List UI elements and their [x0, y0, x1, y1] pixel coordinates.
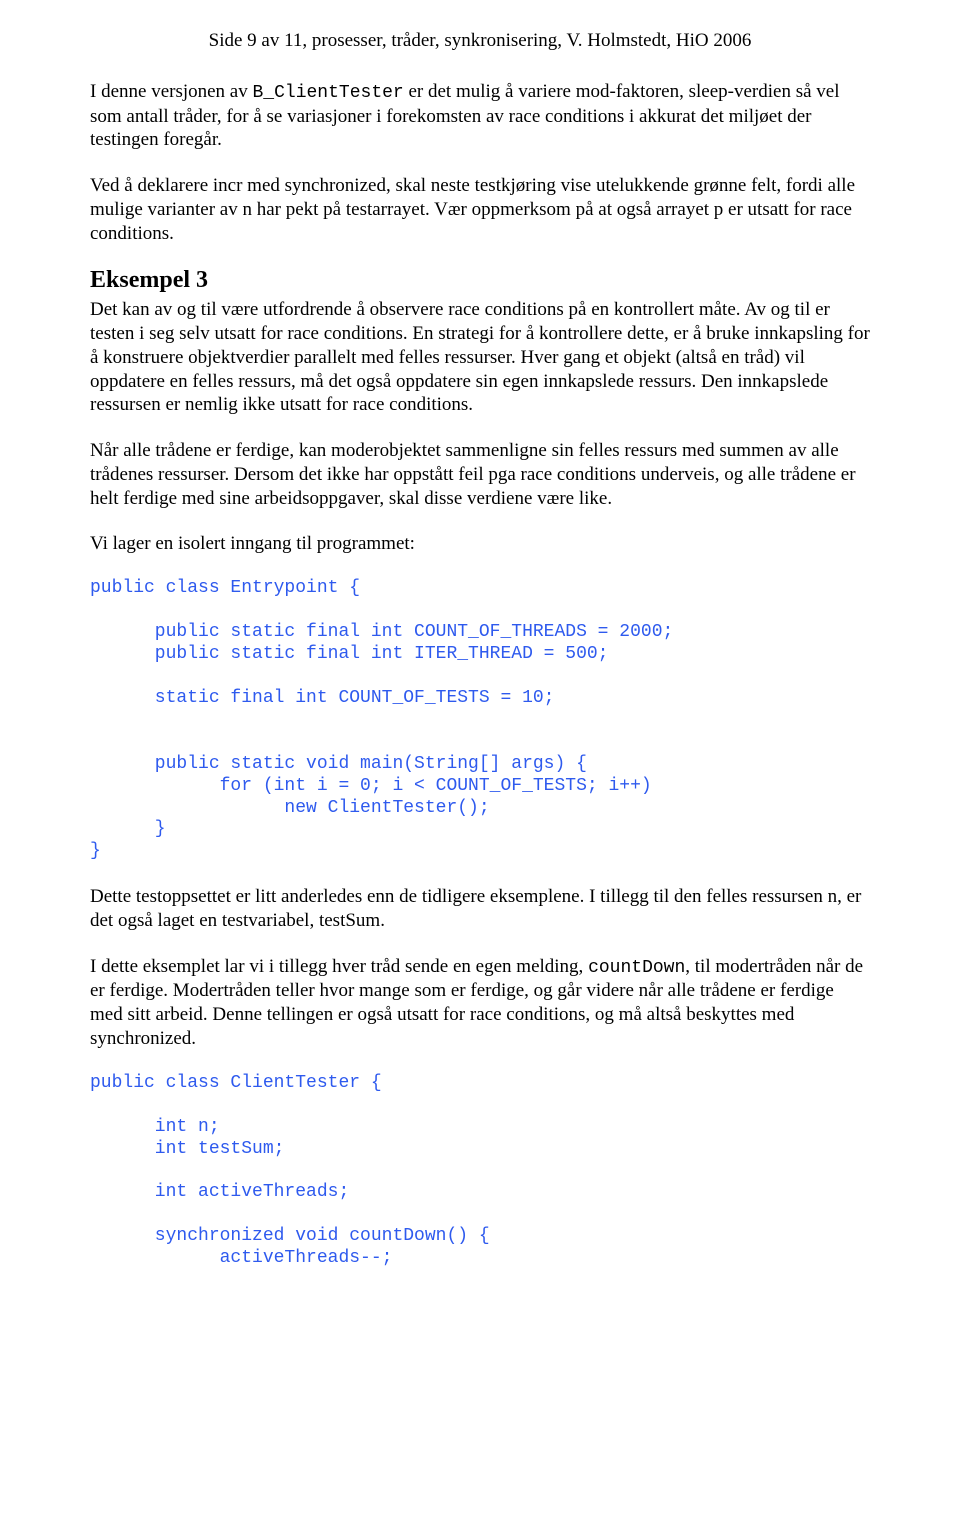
page-header: Side 9 av 11, prosesser, tråder, synkron…: [90, 30, 870, 52]
inline-code-bclienttester: B_ClientTester: [253, 83, 404, 103]
paragraph-isolert-inngang: Vi lager en isolert inngang til programm…: [90, 532, 870, 556]
code-block-clienttester: public class ClientTester { int n; int t…: [90, 1073, 870, 1271]
code-block-entrypoint: public class Entrypoint { public static …: [90, 578, 870, 863]
heading-eksempel-3: Eksempel 3: [90, 267, 870, 294]
paragraph-ex3-desc: Det kan av og til være utfordrende å obs…: [90, 298, 870, 417]
para1-text-a: I denne versjonen av: [90, 81, 253, 102]
paragraph-synchronized: Ved å deklarere incr med synchronized, s…: [90, 174, 870, 245]
paragraph-testoppsett: Dette testoppsettet er litt anderledes e…: [90, 885, 870, 933]
document-page: Side 9 av 11, prosesser, tråder, synkron…: [0, 0, 960, 1332]
paragraph-moderobjekt: Når alle trådene er ferdige, kan moderob…: [90, 439, 870, 510]
paragraph-countdown: I dette eksemplet lar vi i tillegg hver …: [90, 955, 870, 1051]
paragraph-intro: I denne versjonen av B_ClientTester er d…: [90, 80, 870, 152]
para7-text-a: I dette eksemplet lar vi i tillegg hver …: [90, 956, 588, 977]
inline-code-countdown: countDown: [588, 958, 685, 978]
